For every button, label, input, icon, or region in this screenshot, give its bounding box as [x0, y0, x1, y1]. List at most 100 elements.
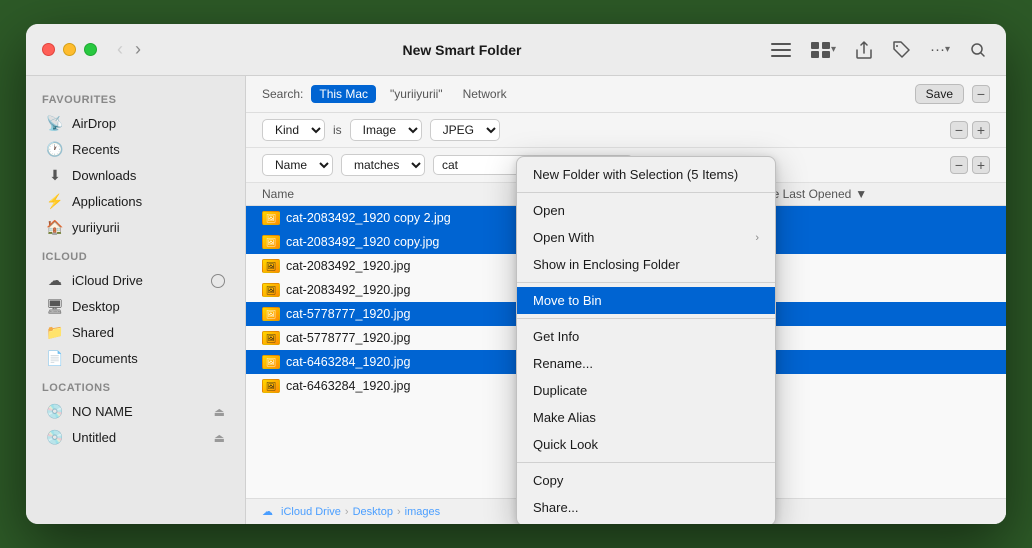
search-label: Search:	[262, 87, 303, 101]
grid-view-icon	[811, 42, 831, 58]
sidebar-item-label-untitled: Untitled	[72, 430, 116, 445]
crumb-images[interactable]: images	[405, 506, 440, 518]
context-menu-item-rename[interactable]: Rename...	[517, 350, 775, 377]
filter-kind-field[interactable]: Kind	[262, 119, 325, 141]
context-menu-item-quick-look[interactable]: Quick Look	[517, 431, 775, 458]
window-body: Favourites 📡 AirDrop 🕐 Recents ⬇ Downloa…	[26, 76, 1006, 524]
sidebar-item-label-airdrop: AirDrop	[72, 116, 116, 131]
search-button[interactable]	[966, 38, 990, 62]
sidebar-item-downloads[interactable]: ⬇ Downloads	[30, 163, 241, 188]
more-button[interactable]: ···▾	[926, 37, 954, 62]
filter-name-field[interactable]: Name	[262, 154, 333, 176]
user-icon: 🏠	[46, 219, 64, 236]
breadcrumb: iCloud Drive › Desktop › images	[281, 506, 440, 518]
icloud-section-title: iCloud	[26, 241, 245, 267]
filter-name-minus-button[interactable]: −	[950, 156, 968, 174]
eject-icon-noname[interactable]: ⏏	[214, 405, 225, 419]
fullscreen-button[interactable]	[84, 43, 97, 56]
downloads-icon: ⬇	[46, 167, 64, 184]
context-menu-item-get-info[interactable]: Get Info	[517, 323, 775, 350]
file-icon: 🖼	[262, 283, 280, 297]
tag-icon	[892, 41, 910, 59]
column-header-name[interactable]: Name	[262, 187, 557, 201]
context-menu-item-open-with[interactable]: Open With ›	[517, 224, 775, 251]
file-date: --	[759, 259, 990, 273]
search-tag-this-mac[interactable]: This Mac	[311, 85, 376, 103]
close-button[interactable]	[42, 43, 55, 56]
filter-name-plus-button[interactable]: +	[972, 156, 990, 174]
sidebar-item-no-name[interactable]: 💿 NO NAME ⏏	[30, 399, 241, 424]
more-dropdown-arrow: ▾	[945, 44, 950, 55]
file-name: cat-5778777_1920.jpg	[286, 331, 410, 345]
context-menu-separator-4	[517, 462, 775, 463]
minimize-button[interactable]	[63, 43, 76, 56]
context-menu-item-open[interactable]: Open	[517, 197, 775, 224]
file-name: cat-5778777_1920.jpg	[286, 307, 410, 321]
sidebar-item-untitled[interactable]: 💿 Untitled ⏏	[30, 425, 241, 450]
context-menu-item-make-alias[interactable]: Make Alias	[517, 404, 775, 431]
filter-kind-plus-button[interactable]: +	[972, 121, 990, 139]
crumb-icloud[interactable]: iCloud Drive	[281, 506, 341, 518]
locations-section-title: Locations	[26, 372, 245, 398]
sort-arrow-icon: ▼	[855, 187, 867, 201]
window-title: New Smart Folder	[157, 42, 767, 58]
sidebar-item-recents[interactable]: 🕐 Recents	[30, 137, 241, 162]
icloud-sync-icon	[211, 274, 225, 288]
crumb-sep-1: ›	[345, 506, 349, 518]
search-tag-network[interactable]: Network	[457, 85, 513, 103]
sidebar-item-label-icloud-drive: iCloud Drive	[72, 273, 143, 288]
column-header-date[interactable]: Date Last Opened ▼	[754, 187, 990, 201]
sidebar-item-desktop[interactable]: 🖥 Desktop	[30, 294, 241, 319]
sidebar-item-label-yuriiyurii: yuriiyurii	[72, 220, 120, 235]
sidebar-item-label-desktop: Desktop	[72, 299, 120, 314]
sidebar-item-icloud-drive[interactable]: ☁ iCloud Drive	[30, 268, 241, 293]
eject-icon-untitled[interactable]: ⏏	[214, 431, 225, 445]
favourites-section-title: Favourites	[26, 84, 245, 110]
search-minus-button[interactable]: −	[972, 85, 990, 103]
search-tag-yuriiyurii[interactable]: "yuriiyurii"	[384, 85, 449, 103]
sidebar-item-applications[interactable]: ⚡ Applications	[30, 189, 241, 214]
context-menu-item-copy[interactable]: Copy	[517, 467, 775, 494]
file-name: cat-2083492_1920 copy 2.jpg	[286, 211, 451, 225]
sidebar-item-airdrop[interactable]: 📡 AirDrop	[30, 111, 241, 136]
filter-kind-value2[interactable]: JPEG	[430, 119, 500, 141]
list-view-button[interactable]	[767, 38, 795, 62]
file-name: cat-2083492_1920.jpg	[286, 283, 410, 297]
filter-kind-minus-button[interactable]: −	[950, 121, 968, 139]
context-menu-item-duplicate[interactable]: Duplicate	[517, 377, 775, 404]
sidebar-item-label-recents: Recents	[72, 142, 120, 157]
airdrop-icon: 📡	[46, 115, 64, 132]
save-button[interactable]: Save	[915, 84, 964, 104]
file-icon: 🖼	[262, 379, 280, 393]
cloud-icon: ☁	[262, 505, 273, 518]
applications-icon: ⚡	[46, 193, 64, 210]
file-icon: 🖼	[262, 307, 280, 321]
crumb-desktop[interactable]: Desktop	[353, 506, 393, 518]
context-menu-separator-3	[517, 318, 775, 319]
grid-view-button[interactable]: ▾	[807, 38, 840, 62]
filter-name-operator[interactable]: matches	[341, 154, 425, 176]
forward-button[interactable]: ›	[131, 37, 145, 62]
context-menu-item-show-enclosing[interactable]: Show in Enclosing Folder	[517, 251, 775, 278]
back-button[interactable]: ‹	[113, 37, 127, 62]
context-item-label-quick-look: Quick Look	[533, 437, 598, 452]
context-item-label-move-to-bin: Move to Bin	[533, 293, 602, 308]
file-icon: 🖼	[262, 355, 280, 369]
sidebar-item-shared[interactable]: 📁 Shared	[30, 320, 241, 345]
sidebar-item-label-no-name: NO NAME	[72, 404, 133, 419]
share-icon	[856, 41, 872, 59]
context-menu-item-new-folder[interactable]: New Folder with Selection (5 Items)	[517, 161, 775, 188]
context-menu-item-share[interactable]: Share...	[517, 494, 775, 521]
share-button[interactable]	[852, 37, 876, 63]
context-menu: New Folder with Selection (5 Items) Open…	[516, 156, 776, 524]
list-view-icon	[771, 42, 791, 58]
disk-icon-noname: 💿	[46, 403, 64, 420]
context-menu-item-move-to-bin[interactable]: Move to Bin	[517, 287, 775, 314]
filter-kind-value1[interactable]: Image	[350, 119, 422, 141]
sidebar-item-yuriiyurii[interactable]: 🏠 yuriiyurii	[30, 215, 241, 240]
main-content: Search: This Mac "yuriiyurii" Network Sa…	[246, 76, 1006, 524]
tag-button[interactable]	[888, 37, 914, 63]
sidebar-item-documents[interactable]: 📄 Documents	[30, 346, 241, 371]
file-date: --	[759, 211, 990, 225]
context-item-label-new-folder: New Folder with Selection (5 Items)	[533, 167, 738, 182]
